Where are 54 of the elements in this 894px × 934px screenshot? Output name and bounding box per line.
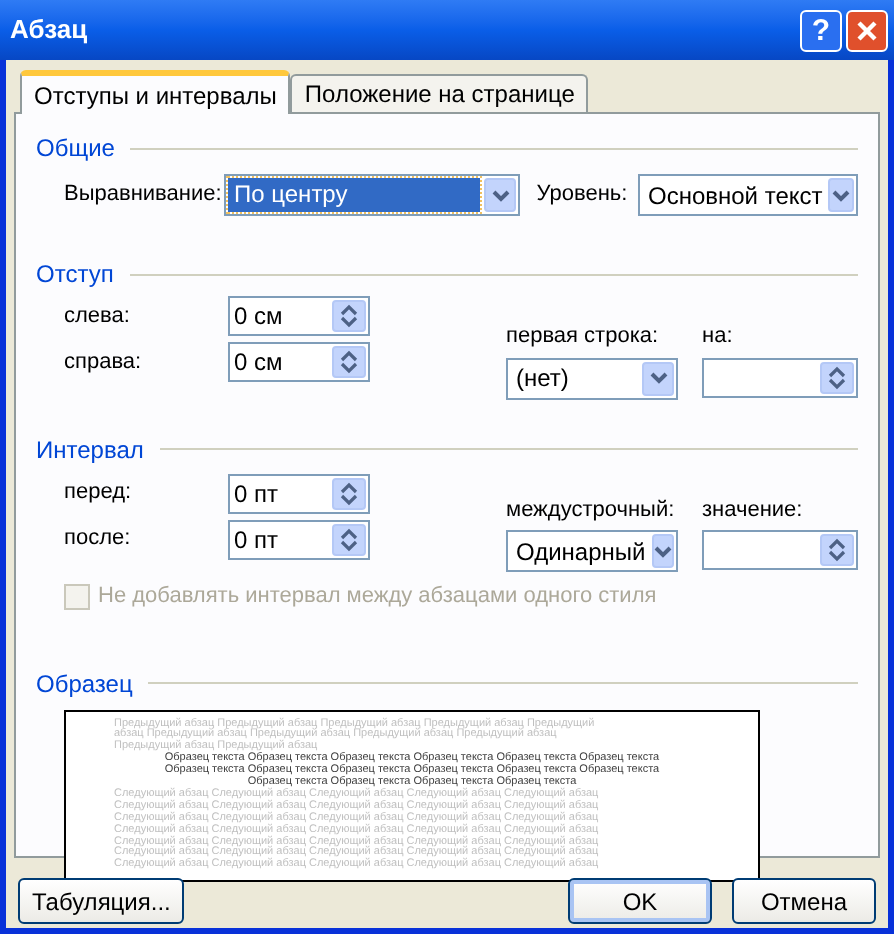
dropdown[interactable]: Основной текст <box>638 174 858 216</box>
spin-field[interactable] <box>702 530 858 570</box>
window-title: Абзац <box>8 12 88 49</box>
dialog-button[interactable]: OK <box>568 878 712 924</box>
spin-field[interactable]: 0 пт <box>228 473 370 513</box>
field-label: междустрочный: <box>506 495 677 525</box>
section-heading: Общие <box>36 132 115 166</box>
field-label: на: <box>702 322 735 352</box>
spin-field[interactable] <box>702 357 858 397</box>
up-down-arrows-icon <box>340 527 358 551</box>
tab[interactable]: Отступы и интервалы <box>20 70 291 114</box>
up-down-arrows-icon <box>828 538 846 562</box>
spin-buttons[interactable] <box>332 346 366 378</box>
chevron-down-icon <box>653 545 672 557</box>
close-icon <box>856 19 878 41</box>
section-heading: Образец <box>36 667 133 701</box>
dialog-button[interactable]: Отмена <box>732 878 876 924</box>
spin-field[interactable]: 0 см <box>228 342 370 382</box>
section-heading: Отступ <box>36 258 114 292</box>
dialog-button[interactable]: Табуляция... <box>18 878 185 924</box>
section-heading: Интервал <box>36 433 144 467</box>
chevron-down-icon <box>491 189 510 201</box>
up-down-arrows-icon <box>340 304 358 328</box>
checkbox-label: Не добавлять интервал между абзацами одного стиля <box>98 582 657 612</box>
up-down-arrows-icon <box>340 481 358 505</box>
spin-buttons[interactable] <box>332 477 366 509</box>
chevron-down-icon <box>649 372 667 384</box>
field-label: первая строка: <box>506 322 661 352</box>
field-label: после: <box>64 524 133 555</box>
up-down-arrows-icon <box>828 365 846 389</box>
chevron-down-icon <box>832 189 851 201</box>
field-label: слева: <box>64 301 132 332</box>
field-label: справа: <box>64 347 144 378</box>
dropdown[interactable]: Одинарный <box>506 530 678 572</box>
tab[interactable]: Положение на странице <box>290 74 589 112</box>
spin-buttons[interactable] <box>820 361 854 393</box>
help-button[interactable]: ? <box>800 9 842 51</box>
dropdown[interactable]: (нет) <box>506 357 678 399</box>
close-button[interactable] <box>846 9 888 51</box>
spin-field[interactable]: 0 см <box>228 296 370 336</box>
field-label: Выравнивание: <box>64 180 224 211</box>
dropdown-button[interactable] <box>642 361 674 395</box>
spin-field[interactable]: 0 пт <box>228 519 370 559</box>
dropdown-button[interactable] <box>828 178 854 212</box>
spin-buttons[interactable] <box>332 523 366 555</box>
up-down-arrows-icon <box>340 350 358 374</box>
dropdown-button[interactable] <box>484 178 517 212</box>
field-label: перед: <box>64 478 134 509</box>
field-label: значение: <box>702 495 805 525</box>
spin-buttons[interactable] <box>332 300 366 332</box>
spin-buttons[interactable] <box>820 534 854 566</box>
dropdown-button[interactable] <box>651 534 674 568</box>
dropdown[interactable]: По центру <box>224 174 521 216</box>
field-label: Уровень: <box>536 180 630 211</box>
